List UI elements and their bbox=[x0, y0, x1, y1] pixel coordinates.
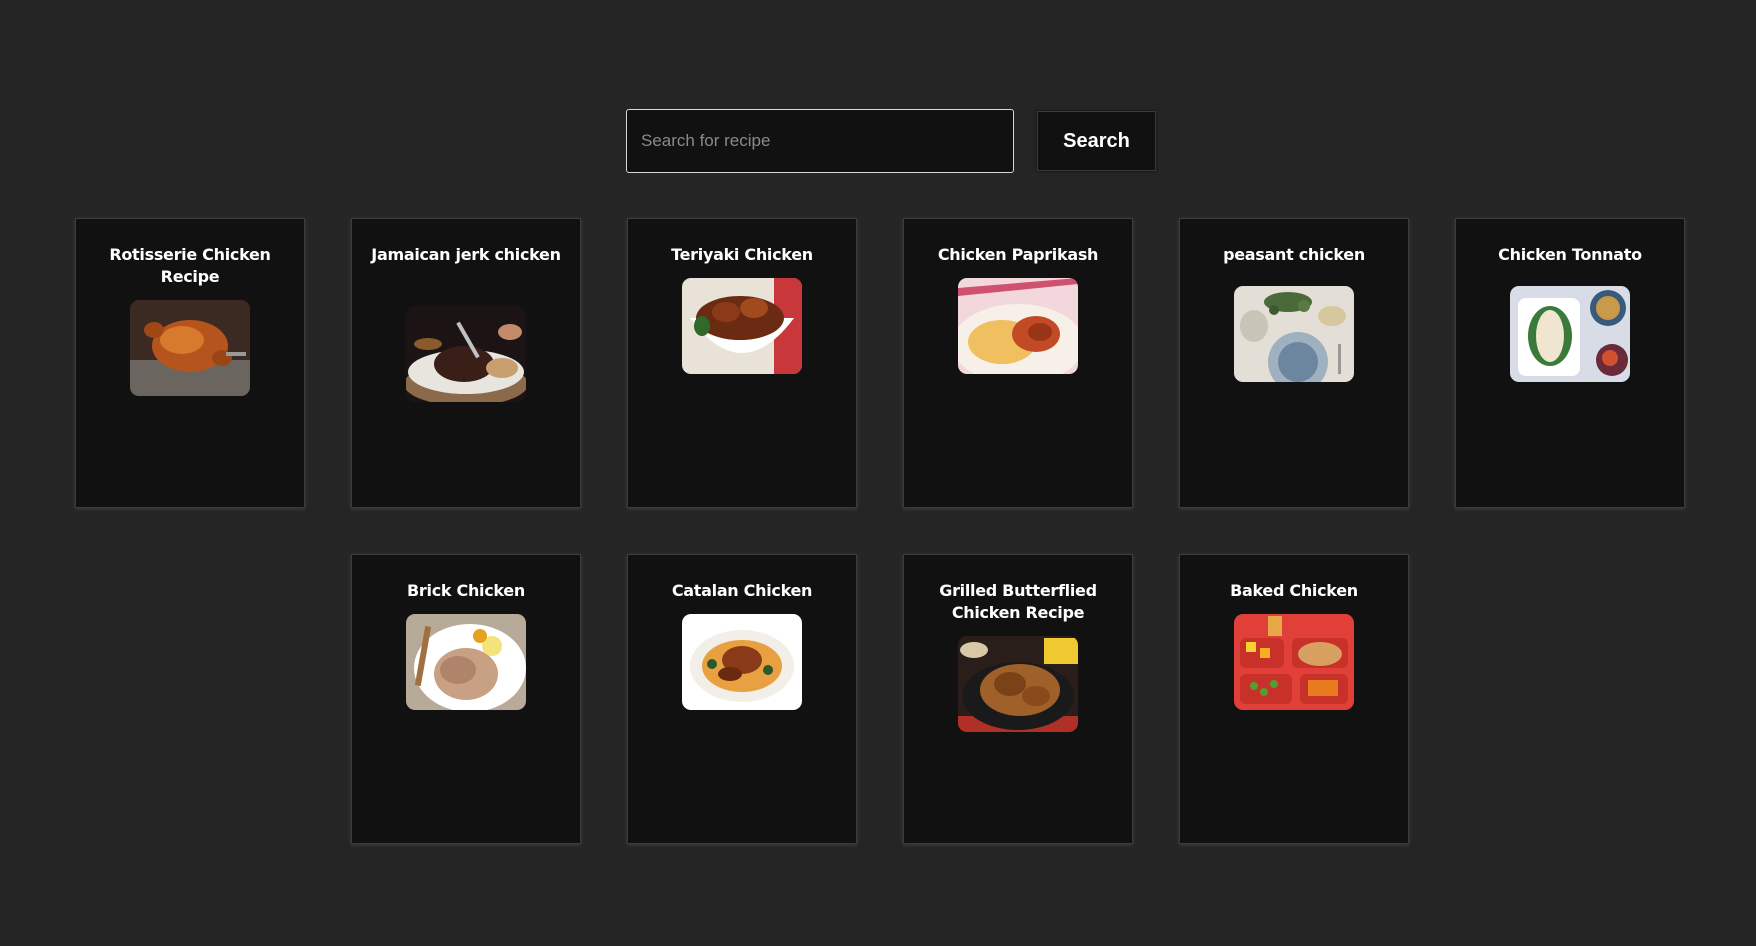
jerk-chicken-photo bbox=[406, 306, 526, 402]
recipe-title: Grilled Butterflied Chicken Recipe bbox=[939, 581, 1097, 622]
brick-chicken-photo bbox=[406, 614, 526, 710]
chicken-tonnato-photo bbox=[1510, 286, 1630, 382]
recipe-title: peasant chicken bbox=[1223, 245, 1365, 264]
chicken-paprikash-photo bbox=[958, 278, 1078, 374]
search-input[interactable] bbox=[626, 109, 1014, 173]
recipe-title: Jamaican jerk chicken bbox=[371, 245, 561, 264]
peasant-chicken-photo bbox=[1234, 286, 1354, 382]
search-bar: Search bbox=[626, 109, 1156, 173]
recipe-card[interactable]: Chicken Tonnato bbox=[1455, 218, 1685, 508]
search-button[interactable]: Search bbox=[1037, 111, 1156, 171]
rotisserie-chicken-photo bbox=[130, 300, 250, 396]
catalan-chicken-photo bbox=[682, 614, 802, 710]
recipe-card[interactable]: Chicken Paprikash bbox=[903, 218, 1133, 508]
recipe-card[interactable]: Grilled Butterflied Chicken Recipe bbox=[903, 554, 1133, 844]
recipe-title: Teriyaki Chicken bbox=[671, 245, 813, 264]
recipe-title: Catalan Chicken bbox=[671, 581, 813, 600]
recipe-card[interactable]: peasant chicken bbox=[1179, 218, 1409, 508]
recipe-card[interactable]: Jamaican jerk chicken bbox=[351, 218, 581, 508]
baked-chicken-photo bbox=[1234, 614, 1354, 710]
recipe-card[interactable]: Rotisserie Chicken Recipe bbox=[75, 218, 305, 508]
recipe-title: Chicken Tonnato bbox=[1498, 245, 1642, 264]
recipe-title: Baked Chicken bbox=[1230, 581, 1358, 600]
recipe-title: Rotisserie Chicken Recipe bbox=[109, 245, 271, 286]
recipe-card[interactable]: Baked Chicken bbox=[1179, 554, 1409, 844]
recipe-card[interactable]: Brick Chicken bbox=[351, 554, 581, 844]
grilled-butterflied-chicken-photo bbox=[958, 636, 1078, 732]
recipe-title: Brick Chicken bbox=[407, 581, 525, 600]
recipe-title: Chicken Paprikash bbox=[937, 245, 1099, 264]
recipe-card[interactable]: Catalan Chicken bbox=[627, 554, 857, 844]
teriyaki-chicken-photo bbox=[682, 278, 802, 374]
recipe-card[interactable]: Teriyaki Chicken bbox=[627, 218, 857, 508]
recipe-search-page: Search Rotisserie Chicken Recipe Jamaica… bbox=[0, 0, 1756, 946]
